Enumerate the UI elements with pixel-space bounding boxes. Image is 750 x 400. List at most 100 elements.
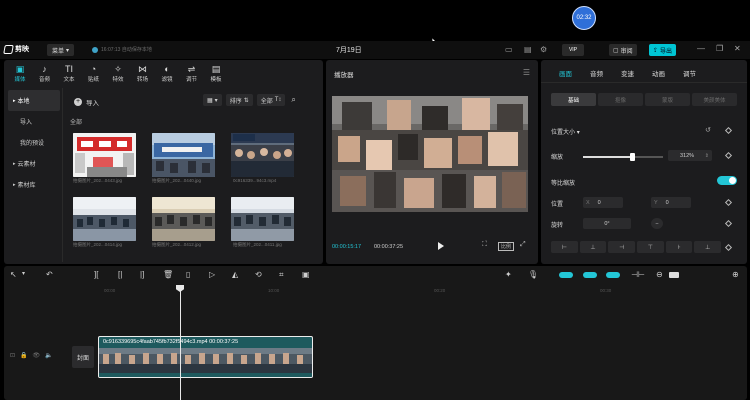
properties-tab[interactable]: 调节 [674, 68, 705, 78]
media-sidebar-item[interactable]: ▸ 本地 [8, 90, 60, 111]
main-track-magnet-toggle[interactable] [559, 272, 573, 278]
properties-subtab[interactable]: 蒙版 [645, 93, 690, 106]
trim-right-icon[interactable]: |] [140, 270, 144, 279]
zoom-in-icon[interactable]: ⊕ [732, 270, 739, 279]
media-tab[interactable]: ◐ 滤镜 [155, 64, 179, 86]
close-icon[interactable]: ✕ [734, 44, 741, 53]
position-y-field[interactable]: Y0 [651, 197, 691, 208]
menu-icon[interactable]: ☰ [523, 68, 530, 77]
align-right-icon[interactable]: ⊣ [608, 241, 636, 253]
layout-icon[interactable]: ▤ [524, 45, 532, 54]
uniform-scale-toggle[interactable] [717, 176, 737, 185]
rotate-field[interactable]: 0° [583, 218, 631, 229]
align-center-v-icon[interactable]: ⊦ [665, 241, 693, 253]
preview-axis-icon[interactable]: ⊣⊢ [631, 270, 645, 279]
properties-subtab[interactable]: 抠像 [598, 93, 643, 106]
align-center-h-icon[interactable]: ⊥ [579, 241, 607, 253]
rotate-icon[interactable]: ⟲ [255, 270, 262, 279]
auto-snap-toggle[interactable] [583, 272, 597, 278]
keyframe-icon[interactable] [724, 151, 733, 160]
crop-icon[interactable]: ⌗ [279, 270, 284, 279]
chevron-down-icon: ▾ [576, 130, 580, 136]
media-thumbnail[interactable] [231, 197, 294, 241]
rotate-knob[interactable]: − [651, 218, 663, 229]
zoom-slider-handle[interactable] [669, 272, 679, 278]
keyframe-icon[interactable] [724, 198, 733, 207]
fullscreen-frame-icon[interactable]: ⛶ [482, 241, 487, 249]
scale-value-field[interactable]: 312% ⇕ [668, 150, 712, 161]
maximize-icon[interactable]: ❐ [716, 44, 723, 53]
chevron-down-icon[interactable]: ▾ [22, 270, 25, 279]
media-thumbnail[interactable] [73, 133, 136, 177]
media-tab[interactable]: ⋈ 转场 [131, 64, 155, 86]
cover-button[interactable]: 封面 [72, 346, 94, 368]
align-left-icon[interactable]: ⊢ [551, 241, 578, 253]
stepper-icon[interactable]: ⇕ [705, 153, 709, 159]
search-icon[interactable]: ⌕ [291, 95, 295, 105]
position-x-field[interactable]: X0 [583, 197, 623, 208]
media-tab[interactable]: ⇌ 调节 [180, 64, 204, 86]
cover-toggle-icon[interactable]: ⊡ [10, 352, 15, 359]
media-thumbnail[interactable] [231, 133, 294, 177]
media-sidebar-item[interactable]: 我的预设 [8, 132, 60, 153]
minimize-icon[interactable]: — [697, 44, 705, 53]
view-mode-button[interactable]: ▦ ▾ [203, 94, 222, 106]
properties-tab[interactable]: 动画 [643, 68, 674, 78]
vip-button[interactable]: VIP [562, 44, 584, 56]
zoom-out-icon[interactable]: ⊖ [656, 270, 663, 279]
lock-icon[interactable]: 🔒 [20, 352, 27, 359]
play-icon[interactable] [438, 242, 444, 250]
media-tab[interactable]: ◔ 贴纸 [82, 64, 106, 86]
scale-slider-handle[interactable] [630, 153, 636, 161]
reverse-play-icon[interactable]: ▷ [209, 270, 215, 279]
export-button[interactable]: ⇪ 导出 [649, 44, 677, 56]
picture-icon[interactable]: ▣ [302, 270, 310, 279]
keyframe-icon[interactable] [724, 243, 733, 252]
media-tab[interactable]: ▣ 媒体 [8, 64, 32, 86]
media-tab[interactable]: TI 文本 [57, 64, 81, 86]
media-sidebar-item[interactable]: ▸ 素材库 [8, 174, 60, 195]
delete-icon[interactable]: 🗑 [163, 270, 173, 279]
media-tab[interactable]: ▤ 模板 [204, 64, 228, 86]
scale-slider[interactable] [583, 153, 663, 161]
properties-subtab[interactable]: 美颜美体 [692, 93, 737, 106]
ai-magic-icon[interactable]: ✦ [505, 270, 512, 279]
freeze-frame-icon[interactable]: ▯ [186, 270, 190, 279]
trim-left-icon[interactable]: [| [118, 270, 122, 279]
properties-tab[interactable]: 音频 [581, 68, 612, 78]
reset-icon[interactable]: ↺ [705, 126, 711, 134]
review-button[interactable]: ▢ 审阅 [609, 44, 637, 56]
align-bottom-icon[interactable]: ⊥ [694, 241, 722, 253]
video-preview[interactable] [332, 96, 528, 212]
properties-tab[interactable]: 变速 [612, 68, 643, 78]
split-icon[interactable]: ][ [94, 270, 98, 279]
media-tab[interactable]: ♪ 音频 [33, 64, 57, 86]
expand-icon[interactable]: ⤢ [520, 241, 526, 249]
import-button[interactable]: + 导入 [74, 97, 99, 107]
undo-icon[interactable]: ↶ [46, 270, 53, 279]
media-tab[interactable]: ✧ 特效 [106, 64, 130, 86]
properties-subtab[interactable]: 基础 [551, 93, 596, 106]
menu-button[interactable]: 菜单 ▾ [47, 44, 75, 56]
media-sidebar-item[interactable]: ▸ 云素材 [8, 153, 60, 174]
sort-button[interactable]: 排序 ⇅ [225, 94, 253, 106]
speaker-icon[interactable]: 🔈 [45, 352, 52, 359]
settings-icon[interactable]: ⚙ [540, 45, 547, 54]
keyframe-icon[interactable] [724, 219, 733, 228]
keyframe-icon[interactable] [724, 126, 733, 135]
linkage-toggle[interactable] [606, 272, 620, 278]
align-top-icon[interactable]: ⊤ [637, 241, 664, 253]
media-thumbnail[interactable] [73, 197, 136, 241]
ratio-button[interactable]: 比例 [498, 242, 515, 251]
video-clip[interactable]: 0c916339695c4faab745fb732f5494c3.mp4 00:… [98, 336, 313, 378]
media-thumbnail[interactable] [152, 133, 215, 177]
select-cursor-icon[interactable]: ↖ [10, 270, 17, 279]
eye-icon[interactable]: 👁 [33, 352, 41, 359]
mirror-icon[interactable]: ◭ [232, 270, 238, 279]
filter-button[interactable]: 全部 T↕ [256, 94, 286, 106]
media-thumbnail[interactable] [152, 197, 215, 241]
properties-tab[interactable]: 画面 [550, 68, 581, 78]
media-sidebar-item[interactable]: 导入 [8, 111, 60, 132]
microphone-icon[interactable]: 🎙 [528, 270, 538, 279]
keyboard-icon[interactable]: ▭ [505, 45, 513, 54]
